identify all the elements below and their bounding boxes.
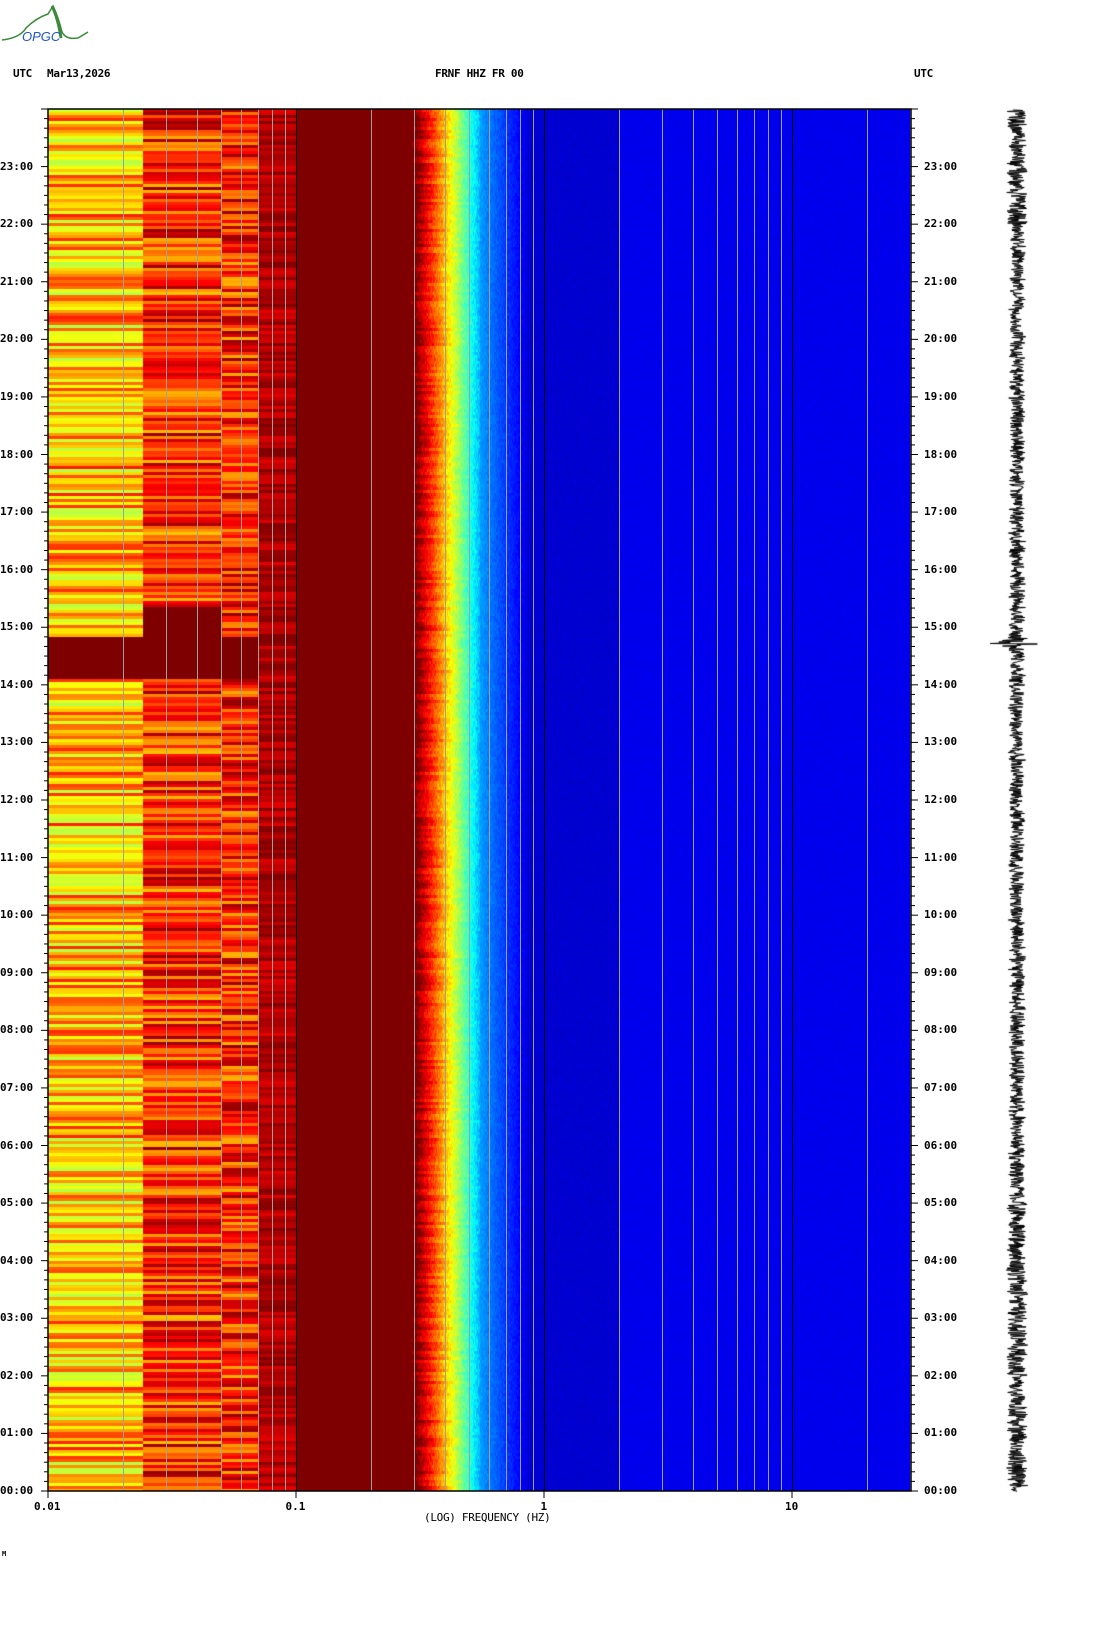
y-tick-label-right: 07:00 <box>924 1080 958 1094</box>
y-tick-label-left: 05:00 <box>0 1196 34 1210</box>
y-tick-label-left: 11:00 <box>0 850 34 864</box>
seismogram-trace <box>990 100 1050 1500</box>
y-tick-label-right: 23:00 <box>924 159 958 173</box>
y-tick-label-left: 01:00 <box>0 1426 34 1440</box>
y-tick-label-right: 04:00 <box>924 1253 958 1267</box>
y-tick-label-right: 16:00 <box>924 562 958 576</box>
y-tick-label-left: 00:00 <box>0 1484 34 1497</box>
y-tick-label-left: 10:00 <box>0 908 34 922</box>
y-tick-label-left: 21:00 <box>0 274 34 288</box>
y-tick-label-right: 08:00 <box>924 1023 958 1037</box>
y-tick-label-left: 17:00 <box>0 505 34 519</box>
y-tick-label-left: 23:00 <box>0 159 34 173</box>
x-tick-label: 0.01 <box>34 1500 61 1513</box>
y-tick-label-left: 02:00 <box>0 1368 34 1382</box>
y-tick-label-right: 05:00 <box>924 1196 958 1210</box>
y-tick-label-right: 15:00 <box>924 620 958 634</box>
y-tick-label-left: 04:00 <box>0 1253 34 1267</box>
y-tick-label-left: 13:00 <box>0 735 34 749</box>
y-tick-label-right: 22:00 <box>924 217 958 231</box>
y-tick-label-left: 03:00 <box>0 1311 34 1325</box>
y-tick-label-right: 18:00 <box>924 447 958 461</box>
y-tick-label-right: 09:00 <box>924 965 958 979</box>
y-tick-label-left: 18:00 <box>0 447 34 461</box>
x-tick-label: 0.1 <box>285 1500 306 1513</box>
y-tick-label-right: 03:00 <box>924 1311 958 1325</box>
y-tick-label-left: 20:00 <box>0 332 34 346</box>
y-tick-label-right: 11:00 <box>924 850 958 864</box>
y-tick-label-right: 01:00 <box>924 1426 958 1440</box>
footer-mark: M <box>2 1550 6 1558</box>
y-tick-label-right: 20:00 <box>924 332 958 346</box>
y-tick-label-left: 12:00 <box>0 793 34 806</box>
y-tick-label-left: 06:00 <box>0 1138 34 1152</box>
y-tick-label-right: 06:00 <box>924 1138 958 1152</box>
y-tick-label-right: 10:00 <box>924 908 958 922</box>
chart-axes <box>41 108 918 1498</box>
y-tick-label-left: 07:00 <box>0 1080 34 1094</box>
x-tick-label: 10 <box>785 1500 799 1513</box>
y-tick-label-left: 14:00 <box>0 677 34 691</box>
x-axis-label: (LOG) FREQUENCY (HZ) <box>424 1511 551 1524</box>
y-tick-label-left: 09:00 <box>0 965 34 979</box>
y-tick-label-right: 12:00 <box>924 793 958 806</box>
y-tick-label-left: 15:00 <box>0 620 34 634</box>
y-tick-label-left: 16:00 <box>0 562 34 576</box>
y-tick-label-left: 19:00 <box>0 389 34 403</box>
y-tick-label-right: 14:00 <box>924 677 958 691</box>
y-tick-label-right: 02:00 <box>924 1368 958 1382</box>
y-tick-label-right: 21:00 <box>924 274 958 288</box>
y-tick-label-left: 08:00 <box>0 1023 34 1037</box>
y-tick-label-right: 17:00 <box>924 505 958 519</box>
y-tick-label-left: 22:00 <box>0 217 34 231</box>
y-tick-label-right: 19:00 <box>924 389 958 403</box>
y-tick-label-right: 13:00 <box>924 735 958 749</box>
y-tick-label-right: 00:00 <box>924 1484 958 1497</box>
